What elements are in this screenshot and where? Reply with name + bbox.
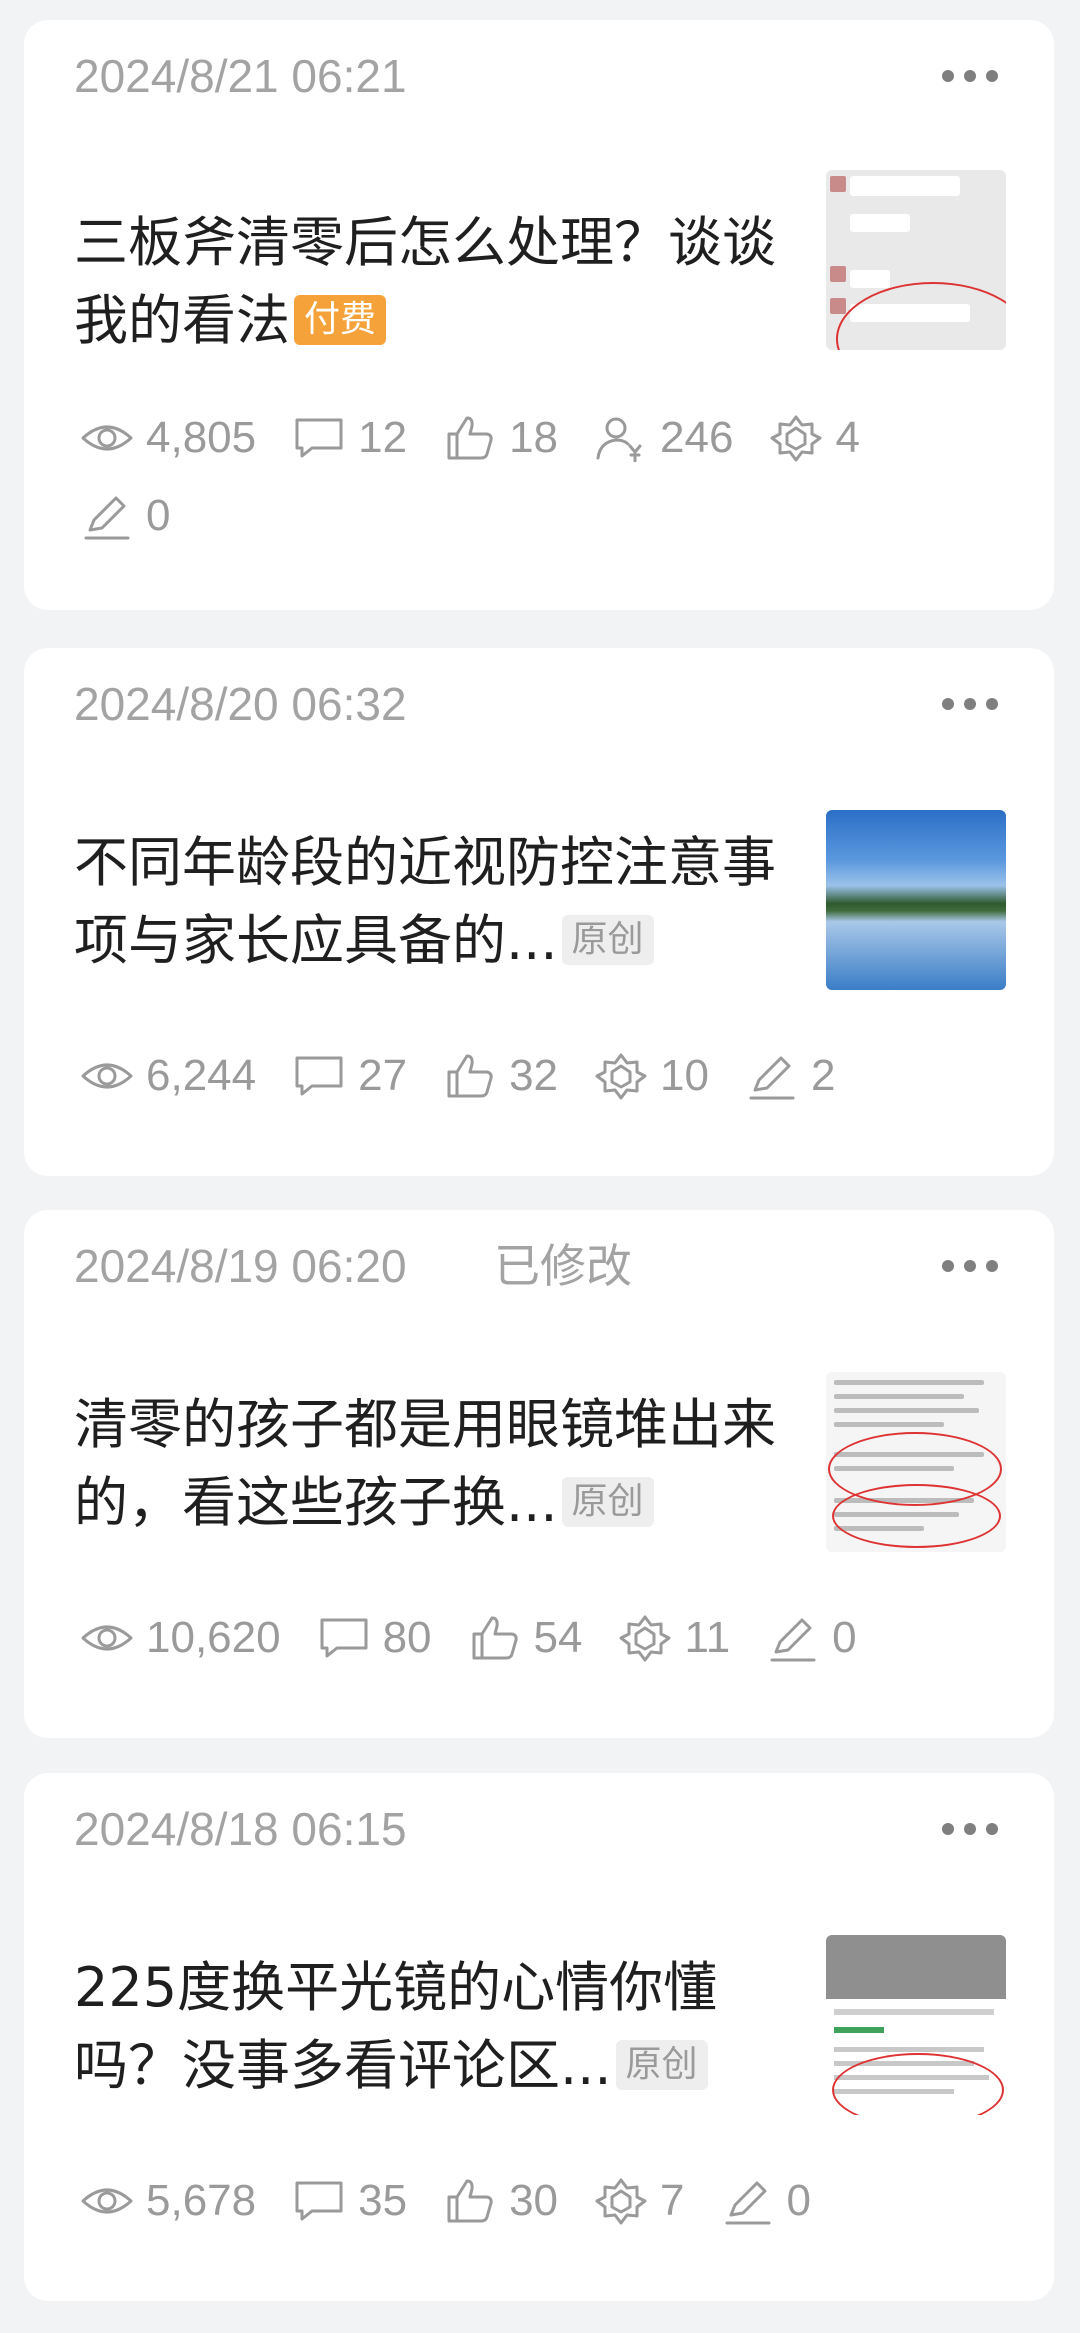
stat-shares: 10 [594,1050,709,1102]
stat-paid-readers: 246 [594,412,733,464]
thumb-up-icon [447,416,493,460]
paid-tag: 付费 [294,295,387,346]
stat-shares: 11 [618,1612,730,1664]
stat-views: 5,678 [80,2175,256,2227]
post-title[interactable]: 225度换平光镜的心情你懂吗？没事多看评论区... 原创 [74,1949,794,2105]
post-thumbnail[interactable] [826,810,1006,990]
eye-icon [81,1625,133,1651]
eye-icon [81,1063,133,1089]
original-tag: 原创 [561,915,654,966]
stat-likes: 30 [443,2175,558,2227]
post-card[interactable]: 2024/8/19 06:20 已修改 清零的孩子都是用眼镜堆出来的，看这些孩子… [24,1210,1054,1738]
stat-edits: 0 [80,490,170,542]
post-stats: 6,244 27 32 10 2 [80,1050,1014,1102]
post-stats: 4,805 12 18 246 4 0 [80,412,1014,542]
post-title[interactable]: 不同年龄段的近视防控注意事项与家长应具备的... 原创 [74,824,794,980]
post-thumbnail[interactable] [826,1935,1006,2115]
post-title-text: 不同年龄段的近视防控注意事项与家长应具备的... [74,831,776,972]
eye-icon [81,2188,133,2214]
post-title-text: 三板斧清零后怎么处理？谈谈我的看法 [74,211,776,352]
post-card[interactable]: 2024/8/21 06:21 三板斧清零后怎么处理？谈谈我的看法 付费 4,80… [24,20,1054,610]
stat-edits: 0 [766,1612,857,1664]
stat-edits: 0 [721,2175,811,2227]
post-card[interactable]: 2024/8/18 06:15 225度换平光镜的心情你懂吗？没事多看评论区..… [24,1773,1054,2301]
share-icon [770,415,822,462]
stat-views: 4,805 [80,412,256,464]
post-date: 2024/8/21 06:21 [74,50,407,102]
post-title-text: 清零的孩子都是用眼镜堆出来的，看这些孩子换... [74,1393,776,1534]
share-icon [619,1615,671,1662]
post-title[interactable]: 三板斧清零后怎么处理？谈谈我的看法 付费 [74,204,794,360]
post-title[interactable]: 清零的孩子都是用眼镜堆出来的，看这些孩子换... 原创 [74,1386,794,1542]
stat-likes: 18 [443,412,558,464]
stat-shares: 4 [769,412,860,464]
pen-icon [84,496,130,540]
comment-icon [320,1618,368,1658]
stat-comments: 12 [292,412,407,464]
comment-icon [295,1056,343,1096]
stat-likes: 54 [468,1612,582,1664]
stat-comments: 80 [317,1612,432,1664]
more-options-icon[interactable] [942,1256,998,1276]
post-stats: 10,620 80 54 11 0 [80,1612,1014,1664]
eye-icon [81,425,133,451]
more-options-icon[interactable] [942,694,998,714]
comment-icon [295,2181,343,2221]
post-stats: 5,678 35 30 7 0 [80,2175,1014,2227]
pen-icon [749,1056,795,1100]
original-tag: 原创 [615,2040,708,2091]
post-date: 2024/8/20 06:32 [74,678,407,730]
stat-shares: 7 [594,2175,685,2227]
more-options-icon[interactable] [942,66,998,86]
stat-views: 6,244 [80,1050,256,1102]
paid-reader-icon [596,417,642,462]
pen-icon [725,2181,770,2225]
more-options-icon[interactable] [942,1819,998,1839]
thumb-up-icon [447,2179,493,2223]
thumb-up-icon [472,1616,518,1660]
post-date: 2024/8/19 06:20 [74,1240,407,1292]
post-date: 2024/8/18 06:15 [74,1803,407,1855]
stat-comments: 35 [292,2175,407,2227]
modified-label: 已修改 [494,1239,632,1293]
original-tag: 原创 [561,1477,654,1528]
comment-icon [295,418,343,458]
post-card[interactable]: 2024/8/20 06:32 不同年龄段的近视防控注意事项与家长应具备的...… [24,648,1054,1176]
stat-views: 10,620 [80,1612,281,1664]
share-icon [595,2178,647,2225]
pen-icon [770,1618,816,1662]
thumb-up-icon [447,1054,493,1098]
share-icon [595,1053,647,1100]
stat-comments: 27 [292,1050,407,1102]
post-thumbnail[interactable] [826,170,1006,350]
stat-edits: 2 [745,1050,835,1102]
stat-likes: 32 [443,1050,558,1102]
post-thumbnail[interactable] [826,1372,1006,1552]
